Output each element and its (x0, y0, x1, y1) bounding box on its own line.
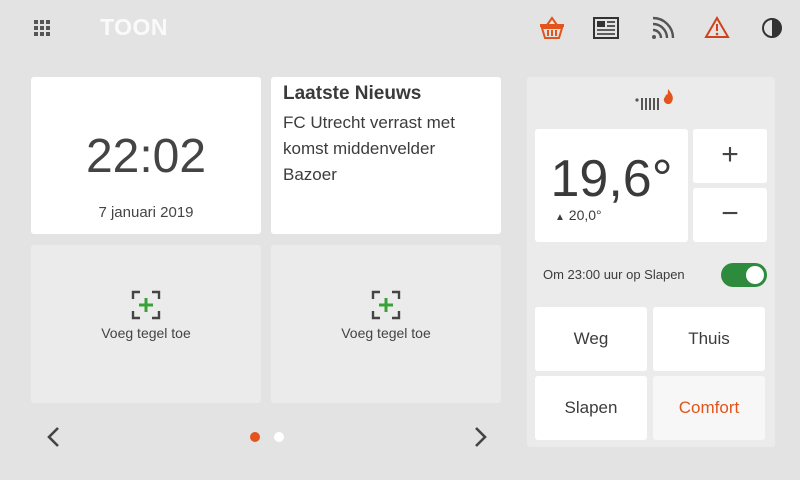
news-title: Laatste Nieuws (283, 83, 422, 104)
schedule-text: Om 23:00 uur op Slapen (543, 267, 685, 282)
schedule-toggle[interactable] (721, 263, 767, 287)
heating-flame-icon (635, 89, 673, 110)
apps-grid-icon[interactable] (34, 20, 50, 36)
clock-time: 22:02 (85, 130, 207, 183)
add-tile-label: Voeg tegel toe (101, 325, 191, 341)
page-dot[interactable] (274, 432, 284, 442)
chevron-right-icon[interactable] (470, 425, 490, 449)
news-headline: FC Utrecht verrast met komst middenvelde… (283, 113, 455, 184)
current-temperature: 19,6° (550, 150, 673, 208)
clock-tile[interactable]: 22:02 7 januari 2019 (31, 77, 261, 234)
program-button-slapen[interactable]: Slapen (535, 376, 647, 440)
basket-icon[interactable] (538, 14, 566, 42)
thermostat-panel: 19,6° ▲ 20,0° + − Om 23:00 uur op Slapen… (527, 77, 775, 447)
contrast-icon[interactable] (758, 14, 786, 42)
newspaper-icon[interactable] (592, 14, 620, 42)
news-tile[interactable]: Laatste Nieuws FC Utrecht verrast met ko… (271, 77, 501, 234)
toon-logo: TOON (100, 14, 169, 40)
program-button-thuis[interactable]: Thuis (653, 307, 765, 371)
chevron-left-icon[interactable] (44, 425, 64, 449)
setpoint: ▲ 20,0° (555, 207, 602, 223)
program-button-comfort[interactable]: Comfort (653, 376, 765, 440)
decrease-temperature-button[interactable]: − (693, 188, 767, 242)
increase-temperature-button[interactable]: + (693, 129, 767, 183)
page-dot-active[interactable] (250, 432, 260, 442)
program-button-weg[interactable]: Weg (535, 307, 647, 371)
add-tile-icon (131, 290, 161, 320)
clock-date: 7 januari 2019 (98, 204, 194, 221)
add-tile-button[interactable]: Voeg tegel toe (271, 245, 501, 403)
add-tile-icon (371, 290, 401, 320)
add-tile-label: Voeg tegel toe (341, 325, 431, 341)
temperature-display: 19,6° ▲ 20,0° (535, 129, 688, 242)
warning-icon[interactable] (703, 14, 731, 42)
wifi-icon[interactable] (648, 14, 676, 42)
add-tile-button[interactable]: Voeg tegel toe (31, 245, 261, 403)
triangle-up-icon: ▲ (555, 212, 565, 223)
toggle-knob (746, 266, 764, 284)
setpoint-value: 20,0° (568, 207, 602, 223)
